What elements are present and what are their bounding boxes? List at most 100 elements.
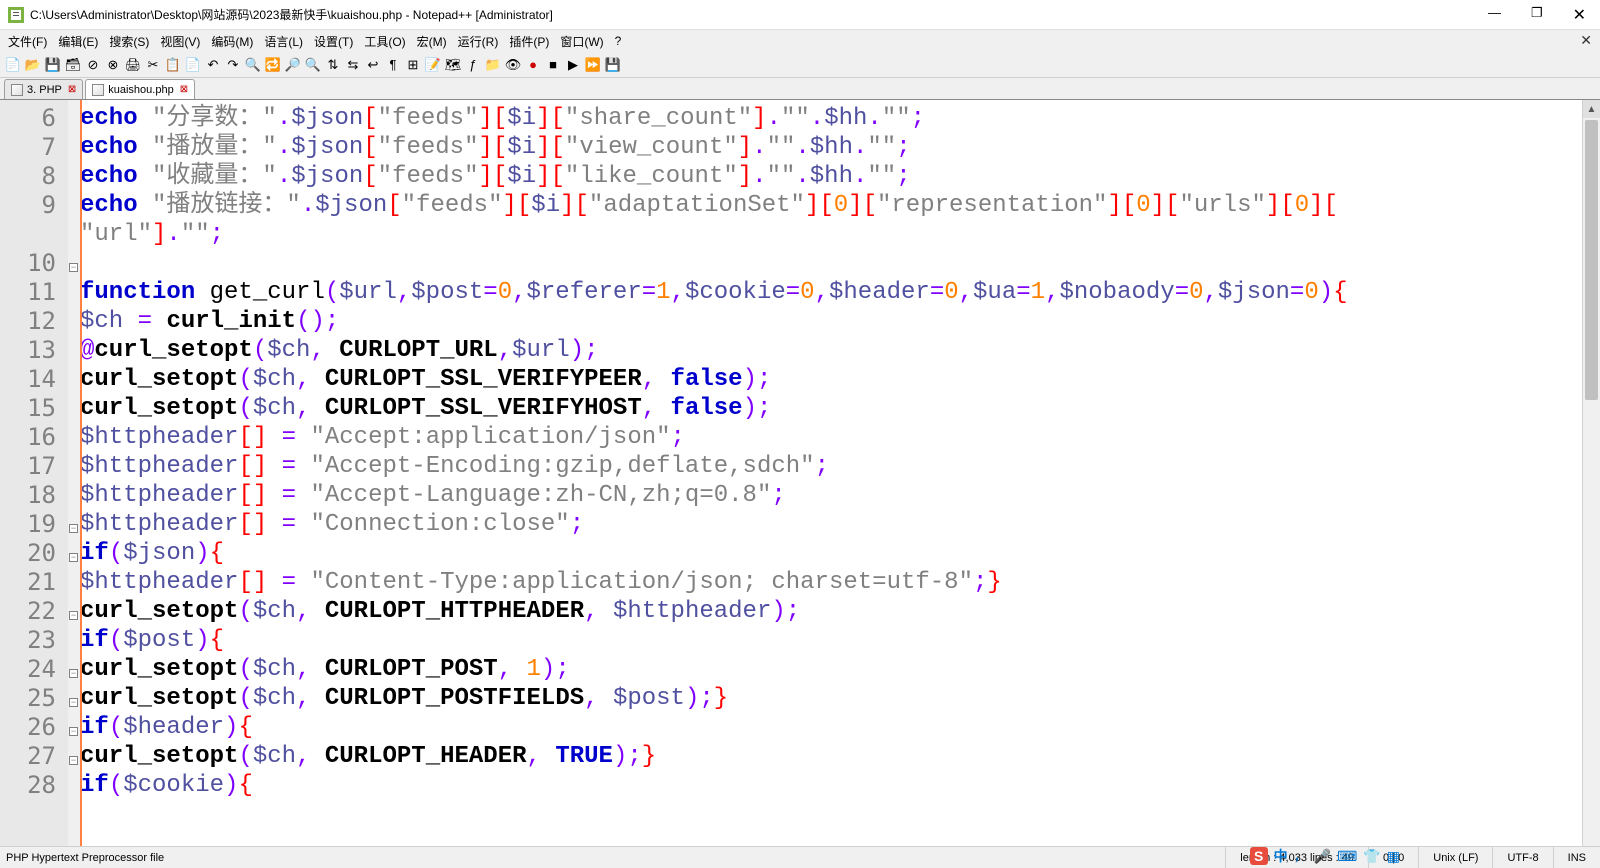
menu-run[interactable]: 运行(R): [454, 31, 503, 52]
replace-icon[interactable]: 🔁: [264, 56, 282, 74]
code-line[interactable]: curl_setopt($ch, CURLOPT_HTTPHEADER, $ht…: [80, 597, 1582, 626]
monitor-icon[interactable]: 👁: [504, 56, 522, 74]
code-line[interactable]: $ch = curl_init();: [80, 307, 1582, 336]
redo-icon[interactable]: ↷: [224, 56, 242, 74]
copy-icon[interactable]: 📋: [164, 56, 182, 74]
vertical-scrollbar[interactable]: ▲ ▼: [1582, 100, 1600, 868]
fold-toggle-icon[interactable]: −: [69, 669, 78, 678]
code-line[interactable]: function get_curl($url,$post=0,$referer=…: [80, 278, 1582, 307]
find-icon[interactable]: 🔍: [244, 56, 262, 74]
save-all-icon[interactable]: 🗃: [64, 56, 82, 74]
undo-icon[interactable]: ↶: [204, 56, 222, 74]
code-line[interactable]: if($cookie){: [80, 771, 1582, 800]
ime-keyboard-icon[interactable]: ⌨: [1337, 848, 1357, 865]
ime-skin-icon[interactable]: 👕: [1363, 848, 1380, 865]
code-line[interactable]: @curl_setopt($ch, CURLOPT_URL,$url);: [80, 336, 1582, 365]
code-line[interactable]: $httpheader[] = "Connection:close";: [80, 510, 1582, 539]
ime-mic-icon[interactable]: 🎤: [1314, 848, 1331, 865]
code-line[interactable]: curl_setopt($ch, CURLOPT_SSL_VERIFYPEER,…: [80, 365, 1582, 394]
doc-map-icon[interactable]: 🗺: [444, 56, 462, 74]
code-line[interactable]: $httpheader[] = "Content-Type:applicatio…: [80, 568, 1582, 597]
secondary-close-icon[interactable]: ✕: [1580, 32, 1592, 49]
menu-edit[interactable]: 编辑(E): [54, 31, 102, 52]
folder-icon[interactable]: 📁: [484, 56, 502, 74]
ime-zh-icon[interactable]: 中: [1274, 846, 1288, 866]
tab-3-php[interactable]: 3. PHP ⊠: [4, 79, 83, 99]
menu-encoding[interactable]: 编码(M): [207, 31, 257, 52]
code-line[interactable]: $httpheader[] = "Accept-Language:zh-CN,z…: [80, 481, 1582, 510]
maximize-button[interactable]: ❐: [1525, 3, 1549, 27]
status-bar: PHP Hypertext Preprocessor file length :…: [0, 846, 1600, 868]
scroll-up-icon[interactable]: ▲: [1583, 100, 1600, 118]
stop-icon[interactable]: ■: [544, 56, 562, 74]
sync-h-icon[interactable]: ⇆: [344, 56, 362, 74]
fold-toggle-icon[interactable]: −: [69, 698, 78, 707]
tab-close-icon[interactable]: ⊠: [68, 84, 76, 95]
code-line[interactable]: $httpheader[] = "Accept-Encoding:gzip,de…: [80, 452, 1582, 481]
code-line[interactable]: echo "播放链接：".$json["feeds"][$i]["adaptat…: [80, 191, 1582, 220]
status-eol[interactable]: Unix (LF): [1418, 847, 1492, 868]
menu-file[interactable]: 文件(F): [4, 31, 51, 52]
code-line[interactable]: echo "分享数：".$json["feeds"][$i]["share_co…: [80, 104, 1582, 133]
record-icon[interactable]: ●: [524, 56, 542, 74]
code-line[interactable]: if($header){: [80, 713, 1582, 742]
menu-tools[interactable]: 工具(O): [360, 31, 409, 52]
udl-icon[interactable]: 📝: [424, 56, 442, 74]
status-insert-mode[interactable]: INS: [1553, 847, 1600, 868]
sogou-ime-icon[interactable]: S: [1250, 847, 1268, 865]
func-list-icon[interactable]: ƒ: [464, 56, 482, 74]
code-line[interactable]: curl_setopt($ch, CURLOPT_POST, 1);: [80, 655, 1582, 684]
editor-area[interactable]: 6789 10111213141516171819202122232425262…: [0, 100, 1600, 868]
status-encoding[interactable]: UTF-8: [1492, 847, 1552, 868]
ime-toolbox-icon[interactable]: ▦: [1387, 848, 1400, 865]
close-all-icon[interactable]: ⊗: [104, 56, 122, 74]
zoom-in-icon[interactable]: 🔎: [284, 56, 302, 74]
menu-settings[interactable]: 设置(T): [310, 31, 357, 52]
code-line[interactable]: [80, 249, 1582, 278]
code-line[interactable]: "url"]."";: [80, 220, 1582, 249]
show-chars-icon[interactable]: ¶: [384, 56, 402, 74]
zoom-out-icon[interactable]: 🔍: [304, 56, 322, 74]
menu-search[interactable]: 搜索(S): [105, 31, 153, 52]
tab-kuaishou-php[interactable]: kuaishou.php ⊠: [85, 79, 195, 99]
close-button[interactable]: ✕: [1567, 3, 1592, 27]
close-file-icon[interactable]: ⊘: [84, 56, 102, 74]
menu-plugins[interactable]: 插件(P): [505, 31, 553, 52]
menu-window[interactable]: 窗口(W): [556, 31, 607, 52]
menu-help[interactable]: ?: [611, 32, 626, 50]
code-content[interactable]: echo "分享数：".$json["feeds"][$i]["share_co…: [80, 100, 1582, 868]
fold-toggle-icon[interactable]: −: [69, 611, 78, 620]
save-macro-icon[interactable]: 💾: [604, 56, 622, 74]
play-icon[interactable]: ▶: [564, 56, 582, 74]
code-line[interactable]: $httpheader[] = "Accept:application/json…: [80, 423, 1582, 452]
menu-macro[interactable]: 宏(M): [413, 31, 451, 52]
code-line[interactable]: if($post){: [80, 626, 1582, 655]
fold-toggle-icon[interactable]: −: [69, 727, 78, 736]
menu-view[interactable]: 视图(V): [156, 31, 204, 52]
open-file-icon[interactable]: 📂: [24, 56, 42, 74]
code-line[interactable]: echo "播放量：".$json["feeds"][$i]["view_cou…: [80, 133, 1582, 162]
menu-language[interactable]: 语言(L): [260, 31, 307, 52]
cut-icon[interactable]: ✂: [144, 56, 162, 74]
tab-close-icon[interactable]: ⊠: [180, 84, 188, 95]
print-icon[interactable]: 🖨: [124, 56, 142, 74]
fold-toggle-icon[interactable]: −: [69, 553, 78, 562]
code-line[interactable]: curl_setopt($ch, CURLOPT_HEADER, TRUE);}: [80, 742, 1582, 771]
scroll-thumb[interactable]: [1585, 120, 1598, 400]
wrap-icon[interactable]: ↩: [364, 56, 382, 74]
fold-toggle-icon[interactable]: −: [69, 756, 78, 765]
code-line[interactable]: if($json){: [80, 539, 1582, 568]
paste-icon[interactable]: 📄: [184, 56, 202, 74]
minimize-button[interactable]: —: [1482, 3, 1507, 27]
code-line[interactable]: curl_setopt($ch, CURLOPT_SSL_VERIFYHOST,…: [80, 394, 1582, 423]
fold-toggle-icon[interactable]: −: [69, 263, 78, 272]
fold-toggle-icon[interactable]: −: [69, 524, 78, 533]
indent-guide-icon[interactable]: ⊞: [404, 56, 422, 74]
code-line[interactable]: curl_setopt($ch, CURLOPT_POSTFIELDS, $po…: [80, 684, 1582, 713]
new-file-icon[interactable]: 📄: [4, 56, 22, 74]
ime-punct-icon[interactable]: ，: [1294, 846, 1308, 866]
save-icon[interactable]: 💾: [44, 56, 62, 74]
code-line[interactable]: echo "收藏量：".$json["feeds"][$i]["like_cou…: [80, 162, 1582, 191]
sync-v-icon[interactable]: ⇅: [324, 56, 342, 74]
fast-icon[interactable]: ⏩: [584, 56, 602, 74]
